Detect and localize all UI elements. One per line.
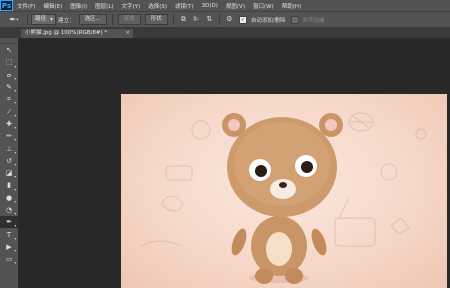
flyout-indicator (14, 213, 16, 216)
eraser-icon: ◪ (5, 169, 13, 178)
menu-type[interactable]: 文字(Y) (118, 2, 145, 10)
flyout-indicator (14, 151, 16, 154)
mask-button[interactable]: 蒙版 (117, 14, 141, 25)
close-icon[interactable]: × (125, 29, 130, 38)
clone-stamp-tool[interactable]: ⊥ (0, 142, 18, 154)
shape-icon: ▭ (5, 255, 13, 264)
pen-icon: ✒ (9, 15, 17, 24)
align-edges-label: 对齐边缘 (302, 17, 325, 24)
menu-filter[interactable]: 滤镜(T) (171, 2, 198, 10)
brush-tool[interactable]: ✏ (0, 130, 18, 142)
type-icon: T (6, 230, 12, 239)
healing-brush-icon: ✚ (6, 119, 12, 128)
flyout-indicator (14, 262, 16, 265)
crop-icon: ⌗ (7, 94, 11, 103)
options-bar: ✒▾ 路径 建立： 选区... 蒙版 形状 ⧉ ⊫ ⇅ ⚙ ✓ 自动添加/删除 … (0, 11, 450, 28)
clone-stamp-icon: ⊥ (5, 144, 13, 153)
flyout-indicator (14, 139, 16, 142)
quick-select-tool[interactable]: ✎ (0, 81, 18, 93)
lasso-tool[interactable]: ⴰ (0, 69, 18, 81)
history-brush-icon: ↺ (6, 156, 12, 165)
bear-figure (222, 113, 343, 284)
chevron-down-icon: ▾ (16, 16, 19, 23)
marquee-icon: ⬚ (5, 58, 13, 67)
selection-button[interactable]: 选区... (78, 14, 107, 25)
flyout-indicator (14, 250, 16, 253)
lasso-icon: ⴰ (6, 70, 12, 79)
separator (218, 14, 220, 25)
menu-help[interactable]: 帮助(H) (278, 2, 305, 10)
flyout-indicator (14, 102, 16, 105)
flyout-indicator (14, 188, 16, 191)
flyout-indicator (14, 90, 16, 93)
pen-icon: ✒ (6, 218, 12, 227)
menu-layer[interactable]: 图层(L) (91, 2, 117, 10)
dodge-tool[interactable]: ◔ (0, 204, 18, 216)
shape-button[interactable]: 形状 (144, 14, 168, 25)
path-alignment-icon[interactable]: ⊫ (192, 15, 201, 24)
path-select-icon: ▶ (6, 242, 12, 251)
separator (111, 14, 113, 25)
flyout-indicator (14, 163, 16, 166)
dodge-icon: ◔ (5, 206, 13, 214)
shape-tool[interactable]: ▭ (0, 253, 18, 265)
path-select-tool[interactable]: ▶ (0, 241, 18, 253)
marquee-tool[interactable]: ⬚ (0, 56, 18, 68)
document-tab-title: 小熊猫.jpg @ 100%(RGB/8#) * (25, 30, 108, 36)
auto-add-delete-checkbox[interactable]: ✓ (238, 15, 247, 24)
crop-tool[interactable]: ⌗ (0, 93, 18, 105)
make-label: 建立： (58, 17, 75, 24)
gradient-tool[interactable]: ▮ (0, 179, 18, 191)
document-tab[interactable]: 小熊猫.jpg @ 100%(RGB/8#) * × (21, 29, 133, 38)
mode-select[interactable]: 路径 (31, 14, 57, 25)
check-icon: ✓ (240, 16, 245, 23)
move-icon: ↖ (6, 46, 12, 55)
pen-tool[interactable]: ✒ (0, 216, 18, 229)
move-tool[interactable]: ↖ (0, 44, 18, 56)
tool-preset-picker[interactable]: ✒ ▾ (4, 13, 24, 26)
menu-edit[interactable]: 编辑(E) (39, 2, 66, 10)
flyout-indicator (14, 127, 16, 130)
path-operations-icon[interactable]: ⧉ (179, 15, 188, 24)
quick-select-icon: ✎ (6, 83, 12, 92)
flyout-indicator (14, 114, 16, 117)
flyout-indicator (14, 225, 16, 228)
path-arrangement-icon[interactable]: ⇅ (205, 15, 214, 24)
flyout-indicator (14, 176, 16, 179)
gear-icon[interactable]: ⚙ (225, 15, 234, 24)
gradient-icon: ▮ (7, 181, 11, 190)
flyout-indicator (14, 200, 16, 203)
photoshop-logo: Ps (0, 0, 13, 11)
blur-icon: ● (5, 193, 13, 202)
document-tab-bar: 小熊猫.jpg @ 100%(RGB/8#) * × (0, 28, 450, 39)
bear-image (140, 112, 427, 284)
menu-3d[interactable]: 3D(D) (198, 3, 222, 9)
blur-tool[interactable]: ● (0, 192, 18, 204)
flyout-indicator (14, 65, 16, 68)
eyedropper-tool[interactable]: ⁄ (0, 105, 18, 117)
flyout-indicator (14, 237, 16, 240)
menu-file[interactable]: 文件(F) (13, 2, 39, 10)
menu-view[interactable]: 视图(V) (222, 2, 249, 10)
healing-brush-tool[interactable]: ✚ (0, 118, 18, 130)
separator (172, 14, 174, 25)
menu-image[interactable]: 图像(I) (66, 2, 91, 10)
auto-add-delete-label: 自动添加/删除 (250, 17, 286, 24)
align-edges-checkbox[interactable] (290, 15, 299, 24)
menu-bar: Ps 文件(F) 编辑(E) 图像(I) 图层(L) 文字(Y) 选择(S) 滤… (0, 0, 450, 11)
tools-panel: ↖ ⬚ ⴰ ✎ ⌗ ⁄ ✚ ✏ ⊥ ↺ ◪ ▮ ● ◔ ✒ T ▶ ▭ (0, 38, 19, 288)
separator (27, 14, 28, 25)
document-canvas[interactable] (121, 94, 447, 288)
history-brush-tool[interactable]: ↺ (0, 155, 18, 167)
eraser-tool[interactable]: ◪ (0, 167, 18, 179)
menu-window[interactable]: 窗口(W) (249, 2, 278, 10)
type-tool[interactable]: T (0, 228, 18, 240)
menu-select[interactable]: 选择(S) (144, 2, 171, 10)
eyedropper-icon: ⁄ (8, 107, 10, 116)
flyout-indicator (14, 77, 16, 80)
brush-icon: ✏ (6, 132, 12, 141)
